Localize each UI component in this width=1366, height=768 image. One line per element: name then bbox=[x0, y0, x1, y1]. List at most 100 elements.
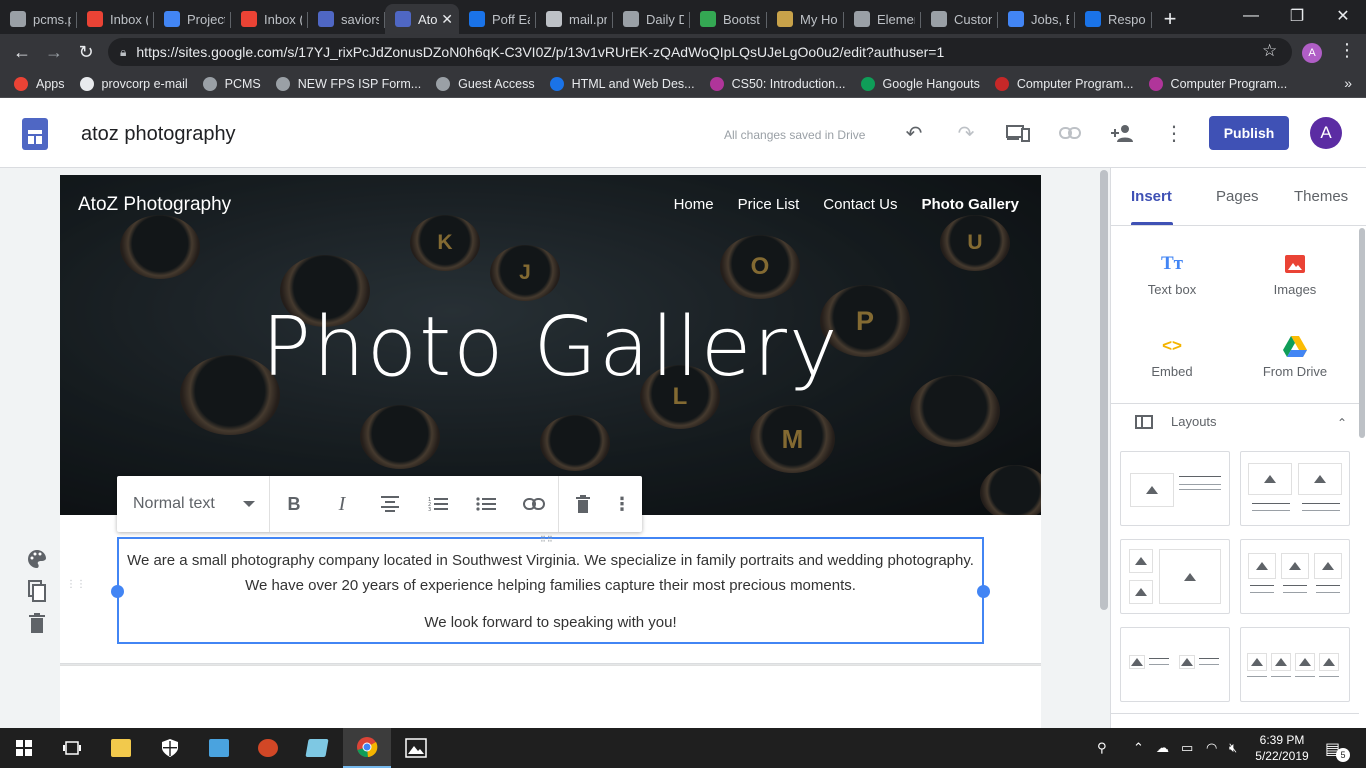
bold-icon[interactable]: B bbox=[270, 476, 318, 532]
closing-paragraph[interactable]: We look forward to speaking with you! bbox=[119, 610, 982, 635]
powerpoint-icon[interactable] bbox=[244, 728, 292, 768]
text-box-drag-handle-icon[interactable]: ⠿⠿ bbox=[540, 535, 558, 544]
browser-tab[interactable]: mail.pr bbox=[536, 4, 613, 34]
browser-tab[interactable]: Jobs, E bbox=[998, 4, 1075, 34]
publish-button[interactable]: Publish bbox=[1209, 116, 1289, 150]
intro-paragraph[interactable]: We are a small photography company locat… bbox=[119, 548, 982, 598]
section-color-palette-icon[interactable] bbox=[26, 548, 48, 570]
nav-link[interactable]: Contact Us bbox=[823, 196, 897, 213]
tab-pages[interactable]: Pages bbox=[1216, 188, 1259, 205]
close-window-icon[interactable]: ✕ bbox=[1320, 0, 1366, 32]
task-view-icon[interactable] bbox=[48, 728, 96, 768]
nav-link[interactable]: Home bbox=[674, 196, 714, 213]
tab-themes[interactable]: Themes bbox=[1294, 188, 1348, 205]
site-name-input[interactable]: atoz photography bbox=[81, 123, 236, 146]
delete-text-box-icon[interactable] bbox=[559, 476, 607, 532]
browser-tab[interactable]: Inbox ( bbox=[77, 4, 154, 34]
chrome-profile-avatar[interactable]: A bbox=[1302, 43, 1322, 63]
bookmark-item[interactable]: Computer Program... bbox=[1148, 76, 1287, 91]
security-shield-icon[interactable] bbox=[146, 728, 194, 768]
nav-link[interactable]: Price List bbox=[738, 196, 800, 213]
browser-tab[interactable]: saviors bbox=[308, 4, 385, 34]
panel-scrollbar[interactable] bbox=[1359, 228, 1365, 438]
bookmark-item[interactable]: HTML and Web Des... bbox=[549, 76, 695, 91]
photos-icon[interactable] bbox=[392, 728, 440, 768]
duplicate-section-icon[interactable] bbox=[26, 580, 48, 602]
browser-tab[interactable]: Inbox ( bbox=[231, 4, 308, 34]
bookmark-item[interactable]: NEW FPS ISP Form... bbox=[275, 76, 421, 91]
browser-tab[interactable]: Custon bbox=[921, 4, 998, 34]
minimize-window-icon[interactable]: — bbox=[1228, 0, 1274, 32]
delete-section-icon[interactable] bbox=[26, 612, 48, 634]
share-add-person-icon[interactable] bbox=[1109, 120, 1135, 146]
link-icon[interactable] bbox=[1057, 120, 1083, 146]
layouts-header[interactable]: Layouts bbox=[1135, 414, 1217, 429]
browser-tab[interactable]: Project bbox=[154, 4, 231, 34]
insert-link-icon[interactable] bbox=[510, 476, 558, 532]
windows-start-icon[interactable] bbox=[0, 728, 48, 768]
battery-icon[interactable]: ▭ bbox=[1181, 740, 1193, 756]
preview-devices-icon[interactable] bbox=[1005, 120, 1031, 146]
bulleted-list-icon[interactable] bbox=[462, 476, 510, 532]
insert-embed[interactable]: <> Embed bbox=[1122, 332, 1222, 379]
app-icon[interactable] bbox=[293, 728, 341, 768]
close-tab-icon[interactable]: ✕ bbox=[441, 11, 453, 28]
redo-icon[interactable]: ↷ bbox=[953, 120, 979, 146]
layout-option[interactable] bbox=[1240, 451, 1350, 526]
file-explorer-icon[interactable] bbox=[97, 728, 145, 768]
back-arrow-icon[interactable]: ← bbox=[8, 38, 36, 66]
bookmark-item[interactable]: Google Hangouts bbox=[860, 76, 980, 91]
more-format-options-icon[interactable]: ⋮ bbox=[607, 476, 637, 532]
onedrive-icon[interactable]: ☁ bbox=[1156, 740, 1169, 756]
browser-tab[interactable]: Elemen bbox=[844, 4, 921, 34]
bookmark-item[interactable]: provcorp e-mail bbox=[79, 76, 188, 91]
browser-tab[interactable]: Bootst bbox=[690, 4, 767, 34]
show-hidden-icons-icon[interactable]: ⌃ bbox=[1133, 740, 1144, 756]
forward-arrow-icon[interactable]: → bbox=[40, 38, 68, 66]
browser-tab[interactable]: Daily D bbox=[613, 4, 690, 34]
paragraph-style-dropdown[interactable]: Normal text bbox=[117, 476, 270, 532]
new-tab-button[interactable]: + bbox=[1152, 4, 1188, 34]
bookmark-item[interactable]: CS50: Introduction... bbox=[709, 76, 846, 91]
site-brand-title[interactable]: AtoZ Photography bbox=[78, 194, 231, 216]
browser-tab[interactable]: Poff Ea bbox=[459, 4, 536, 34]
layout-option[interactable] bbox=[1120, 627, 1230, 702]
header-banner[interactable]: OPLMKJU AtoZ Photography Home Price List C… bbox=[60, 175, 1041, 515]
bookmark-item[interactable]: Computer Program... bbox=[994, 76, 1134, 91]
more-options-icon[interactable]: ⋮ bbox=[1161, 120, 1187, 146]
browser-tab[interactable]: My Ho bbox=[767, 4, 844, 34]
canvas-scrollbar[interactable] bbox=[1100, 170, 1108, 610]
wifi-icon[interactable]: ◠ bbox=[1206, 740, 1217, 756]
nav-link[interactable]: Photo Gallery bbox=[921, 196, 1019, 213]
google-sites-logo-icon[interactable] bbox=[22, 118, 48, 150]
browser-tab[interactable]: Respo bbox=[1075, 4, 1152, 34]
undo-icon[interactable]: ↶ bbox=[901, 120, 927, 146]
system-clock[interactable]: 6:39 PM 5/22/2019 bbox=[1252, 732, 1312, 764]
layout-option[interactable] bbox=[1120, 451, 1230, 526]
bookmark-item[interactable]: PCMS bbox=[202, 76, 261, 91]
control-panel-icon[interactable] bbox=[195, 728, 243, 768]
account-avatar[interactable]: A bbox=[1310, 117, 1342, 149]
bookmark-star-icon[interactable]: ☆ bbox=[1262, 41, 1277, 61]
tab-insert[interactable]: Insert bbox=[1131, 188, 1172, 205]
align-center-icon[interactable] bbox=[366, 476, 414, 532]
browser-tab[interactable]: pcms.p bbox=[0, 4, 77, 34]
italic-icon[interactable]: I bbox=[318, 476, 366, 532]
reload-icon[interactable]: ↻ bbox=[72, 38, 100, 66]
restore-window-icon[interactable]: ❐ bbox=[1274, 0, 1320, 32]
bookmark-item[interactable]: Guest Access bbox=[436, 76, 535, 91]
page-title[interactable]: Photo Gallery bbox=[60, 300, 1041, 395]
more-bookmarks-icon[interactable]: » bbox=[1344, 75, 1352, 91]
browser-tab[interactable]: Ato ✕ bbox=[385, 4, 459, 34]
page-next-section[interactable] bbox=[60, 665, 1041, 728]
insert-from-drive[interactable]: From Drive bbox=[1245, 332, 1345, 379]
address-bar[interactable]: 🔒︎ https://sites.google.com/s/17YJ_rixPc… bbox=[108, 38, 1292, 66]
resize-handle-left[interactable] bbox=[111, 585, 124, 598]
resize-handle-right[interactable] bbox=[977, 585, 990, 598]
section-drag-handle-icon[interactable]: ⋮⋮ bbox=[66, 580, 86, 590]
insert-text-box[interactable]: Tт Text box bbox=[1122, 250, 1222, 297]
layout-option[interactable] bbox=[1240, 539, 1350, 614]
layout-option[interactable] bbox=[1120, 539, 1230, 614]
insert-images[interactable]: Images bbox=[1245, 250, 1345, 297]
bookmark-item[interactable]: Apps bbox=[14, 76, 65, 91]
